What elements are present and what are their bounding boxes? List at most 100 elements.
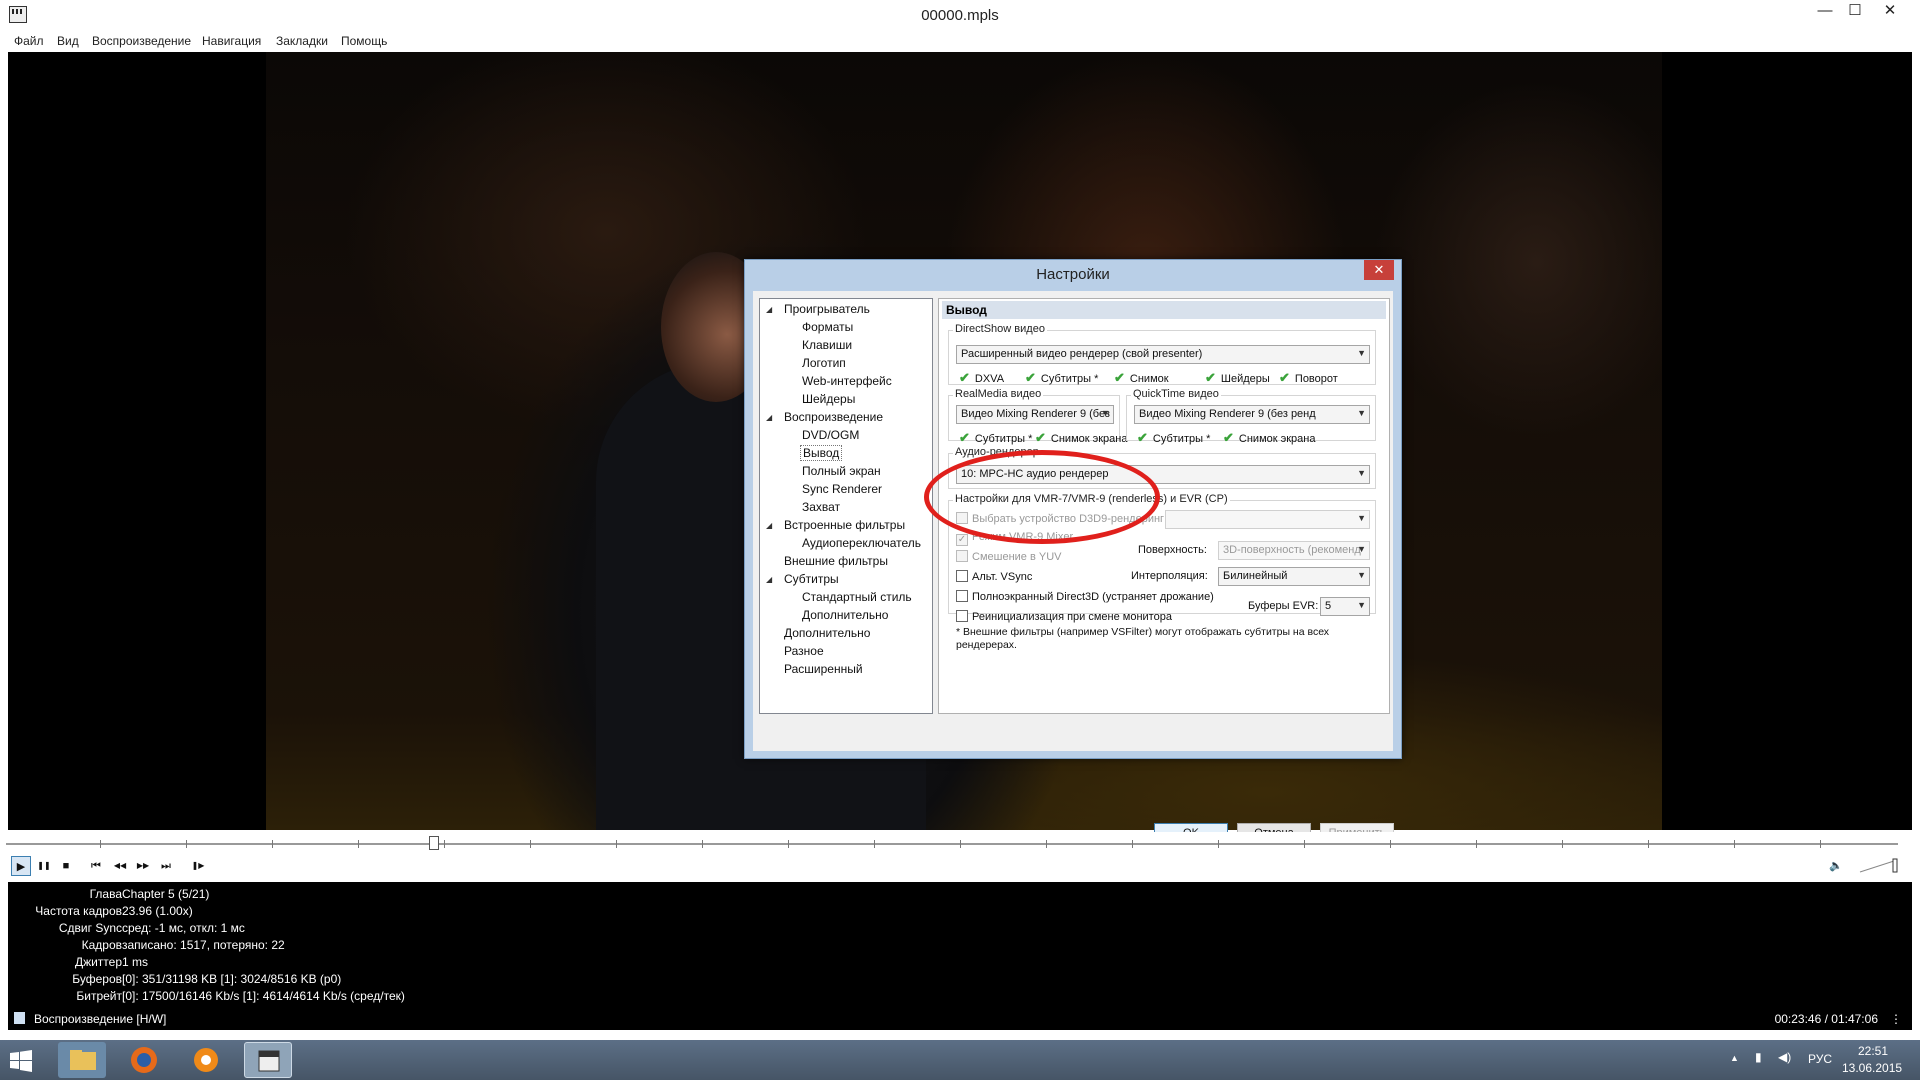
evr-buffers-label: Буферы EVR: bbox=[1248, 600, 1319, 612]
tree-item[interactable]: Клавиши bbox=[802, 338, 852, 352]
collapse-icon[interactable]: ◢ bbox=[766, 413, 772, 422]
chapter-tick bbox=[272, 840, 273, 848]
realmedia-renderer-select[interactable]: Видео Mixing Renderer 9 (без ренд▼ bbox=[956, 405, 1114, 424]
chevron-down-icon: ▼ bbox=[1357, 570, 1366, 580]
tree-item[interactable]: Встроенные фильтры bbox=[784, 518, 905, 532]
tree-item[interactable]: Web-интерфейс bbox=[802, 374, 892, 388]
checkbox-label: Реинициализация при смене монитора bbox=[972, 611, 1172, 623]
stop-button[interactable]: ■ bbox=[56, 856, 76, 876]
status-text: Воспроизведение [H/W] bbox=[34, 1012, 167, 1026]
tree-item[interactable]: Дополнительно bbox=[784, 626, 870, 640]
chevron-down-icon: ▼ bbox=[1357, 513, 1366, 523]
cap-label: Снимок bbox=[1129, 373, 1169, 385]
realmedia-renderer-value: Видео Mixing Renderer 9 (без ренд bbox=[961, 408, 1113, 420]
rewind-button[interactable]: ◀◀ bbox=[110, 856, 130, 876]
seek-track[interactable] bbox=[6, 843, 1898, 845]
tree-item[interactable]: DVD/OGM bbox=[802, 428, 859, 442]
windows-start-icon[interactable] bbox=[10, 1050, 32, 1072]
tree-item[interactable]: Проигрыватель bbox=[784, 302, 870, 316]
minimize-button[interactable]: — bbox=[1810, 2, 1840, 24]
cap-rotate: ✔ Поворот bbox=[1279, 370, 1338, 386]
menu-view[interactable]: Вид bbox=[57, 34, 79, 48]
dialog-close-button[interactable]: ✕ bbox=[1364, 260, 1394, 280]
network-icon[interactable]: ▮ bbox=[1755, 1050, 1762, 1064]
chapter-tick bbox=[1390, 840, 1391, 848]
next-button[interactable]: ⏭ bbox=[156, 856, 176, 876]
stats-label: Частота кадров bbox=[35, 904, 122, 918]
stats-label: Кадров bbox=[81, 938, 122, 952]
frame-step-button[interactable]: ❚▶ bbox=[188, 856, 208, 876]
tree-item[interactable]: Логотип bbox=[802, 356, 846, 370]
tree-item[interactable]: Sync Renderer bbox=[802, 482, 882, 496]
tree-item[interactable]: Захват bbox=[802, 500, 840, 514]
play-button[interactable]: ▶ bbox=[11, 856, 31, 876]
yuv-mix-checkbox[interactable]: Смешение в YUV bbox=[956, 550, 1061, 563]
cap-label: Субтитры * bbox=[1152, 433, 1211, 445]
checkbox-label: Смешение в YUV bbox=[972, 551, 1062, 563]
forward-button[interactable]: ▶▶ bbox=[133, 856, 153, 876]
tree-item[interactable]: Аудиопереключатель bbox=[802, 536, 921, 550]
volume-tray-icon[interactable]: ◀) bbox=[1778, 1050, 1791, 1064]
mpc-hc-icon[interactable] bbox=[244, 1042, 292, 1078]
clock-time[interactable]: 22:51 bbox=[1858, 1044, 1888, 1058]
directshow-renderer-select[interactable]: Расширенный видео рендерер (свой present… bbox=[956, 345, 1370, 364]
menu-favorites[interactable]: Закладки bbox=[276, 34, 328, 48]
tree-item[interactable]: Стандартный стиль bbox=[802, 590, 912, 604]
tree-item[interactable]: Дополнительно bbox=[802, 608, 888, 622]
language-indicator[interactable]: РУС bbox=[1808, 1052, 1832, 1066]
surface-select[interactable]: 3D-поверхность (рекоменд ▼ bbox=[1218, 541, 1370, 560]
stats-row: Частота кадров 23.96 (1.00x) bbox=[8, 903, 1912, 919]
interpolation-select[interactable]: Билинейный ▼ bbox=[1218, 567, 1370, 586]
tree-item[interactable]: Разное bbox=[784, 644, 824, 658]
menu-file[interactable]: Файл bbox=[14, 34, 44, 48]
tray-arrow-icon[interactable]: ▲ bbox=[1730, 1053, 1739, 1063]
chapter-tick bbox=[960, 840, 961, 848]
stats-row: Кадров записано: 1517, потеряно: 22 bbox=[8, 937, 1912, 953]
tree-item[interactable]: Расширенный bbox=[784, 662, 863, 676]
stats-value: записано: 1517, потеряно: 22 bbox=[122, 938, 285, 952]
maximize-button[interactable]: ☐ bbox=[1840, 2, 1870, 24]
tree-item[interactable]: Полный экран bbox=[802, 464, 881, 478]
explorer-icon[interactable] bbox=[58, 1042, 106, 1078]
avast-icon[interactable] bbox=[182, 1042, 230, 1078]
collapse-icon[interactable]: ◢ bbox=[766, 575, 772, 584]
pause-button[interactable]: ❚❚ bbox=[34, 856, 54, 876]
tree-item[interactable]: Форматы bbox=[802, 320, 853, 334]
d3d9-device-select[interactable]: ▼ bbox=[1165, 510, 1370, 529]
reinit-checkbox[interactable]: Реинициализация при смене монитора bbox=[956, 610, 1172, 623]
fullscreen-d3d-checkbox[interactable]: Полноэкранный Direct3D (устраняет дрожан… bbox=[956, 590, 1214, 603]
collapse-icon[interactable]: ◢ bbox=[766, 521, 772, 530]
menu-help[interactable]: Помощь bbox=[341, 34, 387, 48]
tree-item[interactable]: Шейдеры bbox=[802, 392, 855, 406]
resize-grip-icon[interactable]: ⋮ bbox=[1890, 1012, 1902, 1026]
quicktime-renderer-select[interactable]: Видео Mixing Renderer 9 (без ренд ▼ bbox=[1134, 405, 1370, 424]
collapse-icon[interactable]: ◢ bbox=[766, 305, 772, 314]
close-button[interactable]: ✕ bbox=[1875, 2, 1905, 24]
tree-item-selected[interactable]: Вывод bbox=[800, 445, 843, 461]
tree-item[interactable]: Воспроизведение bbox=[784, 410, 883, 424]
quicktime-cap-subtitles: ✔ Субтитры * bbox=[1137, 430, 1210, 446]
settings-tree[interactable]: ◢ Проигрыватель Форматы Клавиши Логотип … bbox=[759, 298, 933, 714]
speaker-icon[interactable]: 🔈 bbox=[1826, 856, 1846, 876]
alt-vsync-checkbox[interactable]: Альт. VSync bbox=[956, 570, 1032, 583]
clock-date[interactable]: 13.06.2015 bbox=[1842, 1061, 1902, 1075]
menu-play[interactable]: Воспроизведение bbox=[92, 34, 191, 48]
check-icon: ✔ bbox=[1137, 430, 1148, 445]
evr-buffers-select[interactable]: 5 ▼ bbox=[1320, 597, 1370, 616]
seek-thumb[interactable] bbox=[429, 836, 440, 850]
stats-label: Сдвиг Sync bbox=[58, 921, 122, 935]
checkbox-box bbox=[956, 590, 968, 602]
firefox-icon[interactable] bbox=[120, 1042, 168, 1078]
stats-value: [0]: 17500/16146 Kb/s [1]: 4614/4614 Kb/… bbox=[122, 989, 405, 1003]
menu-navigate[interactable]: Навигация bbox=[202, 34, 261, 48]
tree-item[interactable]: Субтитры bbox=[784, 572, 839, 586]
taskbar: ▲ ▮ ◀) РУС 22:51 13.06.2015 bbox=[0, 1040, 1920, 1080]
chapter-tick bbox=[1476, 840, 1477, 848]
cap-label: Поворот bbox=[1294, 373, 1338, 385]
volume-slider[interactable] bbox=[1858, 857, 1902, 875]
status-icon bbox=[14, 1012, 25, 1024]
prev-button[interactable]: ⏮ bbox=[86, 856, 106, 876]
tree-item[interactable]: Внешние фильтры bbox=[784, 554, 888, 568]
chapter-tick bbox=[1734, 840, 1735, 848]
player-controls bbox=[8, 851, 1912, 881]
